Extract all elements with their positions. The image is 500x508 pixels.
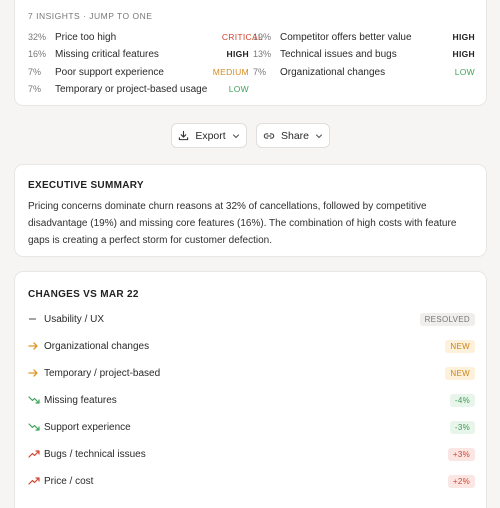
change-label: Usability / UX bbox=[44, 313, 105, 325]
status-badge: NEW bbox=[445, 366, 475, 380]
changes-title: CHANGES VS MAR 22 bbox=[28, 289, 139, 300]
insight-item[interactable]: 13% Technical issues and bugs HIGH bbox=[253, 47, 475, 61]
arrow-right-icon bbox=[28, 339, 44, 353]
insight-label: Organizational changes bbox=[280, 66, 386, 78]
share-button[interactable]: Share bbox=[256, 123, 330, 148]
insight-percent: 7% bbox=[28, 84, 42, 94]
change-label: Temporary / project-based bbox=[44, 367, 161, 379]
change-label: Price / cost bbox=[44, 475, 94, 487]
download-icon bbox=[178, 130, 189, 141]
arrow-right-icon bbox=[28, 366, 44, 380]
insight-percent: 7% bbox=[28, 67, 42, 77]
trend-down-icon bbox=[28, 420, 44, 434]
insight-percent: 7% bbox=[253, 67, 267, 77]
status-badge: -4% bbox=[449, 393, 475, 407]
share-label: Share bbox=[280, 129, 310, 142]
severity-badge: LOW bbox=[228, 84, 249, 94]
summary-card: EXECUTIVE SUMMARY Pricing concerns domin… bbox=[14, 164, 487, 257]
insights-header: 7 INSIGHTS · JUMP TO ONE bbox=[28, 11, 153, 21]
link-icon bbox=[263, 131, 275, 141]
status-badge: NEW bbox=[445, 339, 475, 353]
insight-item[interactable]: 19% Competitor offers better value HIGH bbox=[253, 30, 475, 44]
insight-item[interactable]: 7% Organizational changes LOW bbox=[253, 65, 475, 79]
change-row[interactable]: Organizational changes NEW bbox=[28, 337, 475, 355]
dash-icon bbox=[28, 312, 44, 326]
summary-text: Pricing concerns dominate churn reasons … bbox=[28, 201, 457, 246]
change-label: Organizational changes bbox=[44, 340, 150, 352]
severity-badge: MEDIUM bbox=[212, 67, 249, 77]
insight-label: Technical issues and bugs bbox=[280, 48, 397, 60]
insight-label: Temporary or project-based usage bbox=[55, 83, 208, 95]
insight-label: Price too high bbox=[55, 31, 117, 43]
trend-up-icon bbox=[28, 447, 44, 461]
insights-card: 7 INSIGHTS · JUMP TO ONE 32% Price too h… bbox=[14, 0, 487, 106]
change-row[interactable]: Support experience -3% bbox=[28, 418, 475, 436]
insight-item[interactable]: 32% Price too high CRITICAL bbox=[28, 30, 263, 44]
change-row[interactable]: Price / cost +2% bbox=[28, 472, 475, 490]
insight-percent: 16% bbox=[28, 49, 47, 59]
trend-up-icon bbox=[28, 474, 44, 488]
change-label: Bugs / technical issues bbox=[44, 448, 146, 460]
change-row[interactable]: Usability / UX RESOLVED bbox=[28, 310, 475, 328]
severity-badge: HIGH bbox=[452, 49, 475, 59]
insight-label: Poor support experience bbox=[55, 66, 164, 78]
insight-label: Competitor offers better value bbox=[280, 31, 412, 43]
insight-item[interactable]: 16% Missing critical features HIGH bbox=[28, 47, 249, 61]
status-badge: -3% bbox=[449, 420, 475, 434]
change-row[interactable]: Missing features -4% bbox=[28, 391, 475, 409]
insight-percent: 19% bbox=[253, 32, 272, 42]
insight-percent: 32% bbox=[28, 32, 47, 42]
insight-item[interactable]: 7% Temporary or project-based usage LOW bbox=[28, 82, 249, 96]
insight-label: Missing critical features bbox=[55, 48, 159, 60]
severity-badge: HIGH bbox=[226, 49, 249, 59]
severity-badge: HIGH bbox=[452, 32, 475, 42]
export-label: Export bbox=[195, 129, 226, 142]
insight-item[interactable]: 7% Poor support experience MEDIUM bbox=[28, 65, 249, 79]
trend-down-icon bbox=[28, 393, 44, 407]
status-badge: RESOLVED bbox=[419, 312, 475, 326]
status-badge: +3% bbox=[447, 447, 475, 461]
change-label: Support experience bbox=[44, 421, 131, 433]
summary-title: EXECUTIVE SUMMARY bbox=[28, 180, 144, 191]
chevron-down-icon bbox=[232, 132, 240, 140]
changes-card: CHANGES VS MAR 22 Usability / UX RESOLVE… bbox=[14, 271, 487, 508]
chevron-down-icon bbox=[315, 132, 323, 140]
change-row[interactable]: Temporary / project-based NEW bbox=[28, 364, 475, 382]
insight-percent: 13% bbox=[253, 49, 272, 59]
severity-badge: LOW bbox=[454, 67, 475, 77]
status-badge: +2% bbox=[447, 474, 475, 488]
export-button[interactable]: Export bbox=[171, 123, 247, 148]
change-row[interactable]: Bugs / technical issues +3% bbox=[28, 445, 475, 463]
change-label: Missing features bbox=[44, 394, 117, 406]
